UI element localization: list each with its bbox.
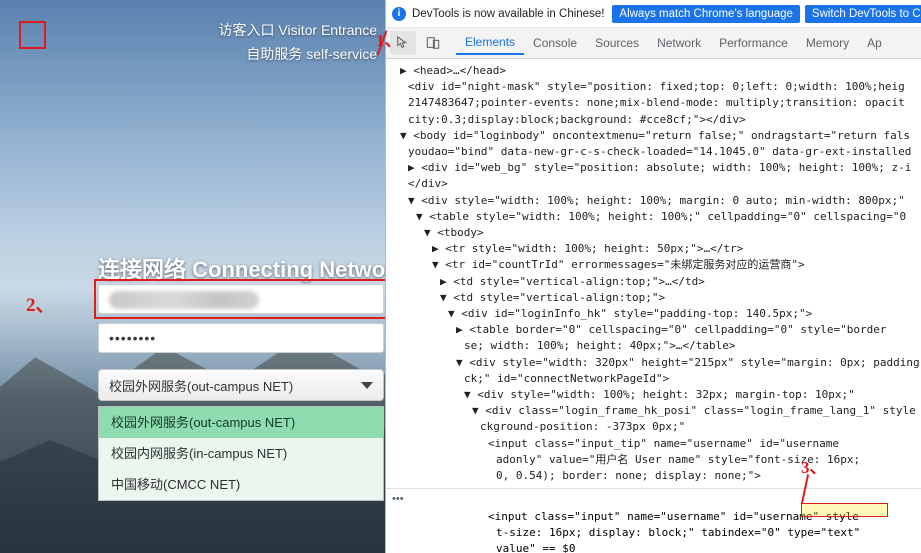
username-input[interactable] <box>98 284 384 314</box>
screenshot-root: 访客入口 Visitor Entrance 自助服务 self-service … <box>0 0 921 553</box>
dom-line[interactable]: ▼ <td style="vertical-align:top;"> <box>386 290 921 306</box>
dom-line[interactable]: ▼ <div style="width: 100%; height: 32px;… <box>386 387 921 403</box>
dom-line[interactable]: ▼ <div style="width: 100%; height: 100%;… <box>386 193 921 209</box>
dom-line[interactable]: ▶ <table border="0" cellspacing="0" cell… <box>386 322 921 338</box>
annotation-marker-2: 2、 <box>26 295 55 316</box>
tab-network[interactable]: Network <box>648 32 710 54</box>
network-select[interactable]: 校园外网服务(out-campus NET) <box>98 369 384 401</box>
dom-line[interactable]: ▶ <td style="vertical-align:top;">…</td> <box>386 274 921 290</box>
chevron-down-icon <box>361 382 373 389</box>
dom-tree[interactable]: ▶ <head>…</head> <div id="night-mask" st… <box>386 59 921 528</box>
dom-line[interactable]: ▼ <table style="width: 100%; height: 100… <box>386 209 921 225</box>
dom-line[interactable]: adonly" value="用户名 User name" style="fon… <box>386 452 921 468</box>
dom-line[interactable]: ▶ <div id="web_bg" style="position: abso… <box>386 160 921 176</box>
visitor-entrance-link[interactable]: 访客入口 Visitor Entrance <box>219 20 377 40</box>
tab-performance[interactable]: Performance <box>710 32 797 54</box>
tab-sources[interactable]: Sources <box>586 32 648 54</box>
tab-elements[interactable]: Elements <box>456 31 525 55</box>
dom-line[interactable]: youdao="bind" data-new-gr-c-s-check-load… <box>386 144 921 160</box>
dom-line[interactable]: t-size: 16px; display: block;" tabindex=… <box>386 525 921 541</box>
dom-line[interactable]: ▼ <tr id="countTrId" errormessages="未绑定服… <box>386 257 921 273</box>
tab-application[interactable]: Ap <box>858 32 891 54</box>
dom-line[interactable]: ▼ <tbody> <box>386 225 921 241</box>
devtools-toolbar: Elements Console Sources Network Perform… <box>386 28 921 59</box>
device-glyph <box>426 37 440 49</box>
dom-line[interactable]: <div id="night-mask" style="position: fi… <box>386 79 921 95</box>
match-chrome-language-button[interactable]: Always match Chrome's language <box>612 4 800 23</box>
info-icon: i <box>392 6 406 21</box>
dom-line[interactable]: 0, 0.54); border: none; display: none;"> <box>386 468 921 484</box>
dom-line[interactable]: 2147483647;pointer-events: none;mix-blen… <box>386 95 921 111</box>
dom-line[interactable]: ▼ <div id="loginInfo_hk" style="padding-… <box>386 306 921 322</box>
devtools-selected-node-area: <input class="input" name="username" id=… <box>386 509 921 553</box>
login-page: 访客入口 Visitor Entrance 自助服务 self-service … <box>0 0 385 553</box>
dom-line[interactable]: ▼ <div class="login_frame_hk_posi" class… <box>386 403 921 419</box>
dom-line[interactable]: city:0.3;display:block;background: #cce8… <box>386 112 921 128</box>
annotation-marker-3: 3、 <box>801 458 827 477</box>
dom-line[interactable]: ck;" id="connectNetworkPageId"> <box>386 371 921 387</box>
devtools-tabs: Elements Console Sources Network Perform… <box>456 31 891 55</box>
dropdown-option-cmcc[interactable]: 中国移动(CMCC NET) <box>99 469 383 500</box>
device-toolbar-icon[interactable] <box>420 31 446 55</box>
dom-line[interactable]: <input class="input_tip" name="username"… <box>386 436 921 452</box>
tab-memory[interactable]: Memory <box>797 32 858 54</box>
dom-line[interactable]: ▶ <tr style="width: 100%; height: 50px;"… <box>386 241 921 257</box>
dom-line[interactable]: </div> <box>386 176 921 192</box>
breadcrumb[interactable]: ••• <box>386 488 921 509</box>
dom-line-selected[interactable]: <input class="input" name="username" id=… <box>386 509 921 525</box>
dom-line[interactable]: ckground-position: -373px 0px;" <box>386 419 921 435</box>
dom-line[interactable]: ▶ <head>…</head> <box>386 63 921 79</box>
password-input[interactable]: •••••••• <box>98 323 384 353</box>
dom-line[interactable]: ▼ <div style="width: 320px" height="215p… <box>386 355 921 371</box>
password-value: •••••••• <box>109 330 157 346</box>
page-title: 连接网络 Connecting Network <box>98 257 385 282</box>
username-value-redacted <box>109 291 259 309</box>
dropdown-option-in-campus[interactable]: 校园内网服务(in-campus NET) <box>99 438 383 469</box>
banner-message: DevTools is now available in Chinese! <box>412 7 605 20</box>
dropdown-option-out-campus[interactable]: 校园外网服务(out-campus NET) <box>99 407 383 438</box>
dom-line[interactable]: se; width: 100%; height: 40px;">…</table… <box>386 338 921 354</box>
switch-devtools-language-button[interactable]: Switch DevTools to Chinese <box>804 4 921 23</box>
dom-line[interactable]: ▼ <body id="loginbody" oncontextmenu="re… <box>386 128 921 144</box>
self-service-link[interactable]: 自助服务 self-service <box>246 44 377 64</box>
network-dropdown-list[interactable]: 校园外网服务(out-campus NET) 校园内网服务(in-campus … <box>98 406 384 501</box>
devtools-panel: i DevTools is now available in Chinese! … <box>385 0 921 553</box>
tab-console[interactable]: Console <box>524 32 586 54</box>
dom-line[interactable]: value" == $0 <box>386 541 921 553</box>
devtools-language-banner: i DevTools is now available in Chinese! … <box>386 0 921 28</box>
network-select-value: 校园外网服务(out-campus NET) <box>109 378 294 394</box>
